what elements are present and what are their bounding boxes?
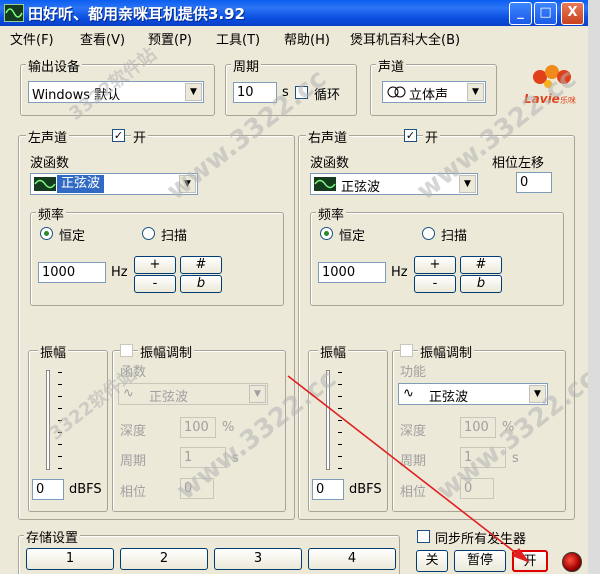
annotation-arrow [287, 375, 530, 563]
background-window-edge [588, 0, 600, 574]
app-window: 田好听、都用亲咪耳机提供3.92 _ □ X 文件(F) 查看(V) 预置(P)… [0, 0, 588, 574]
